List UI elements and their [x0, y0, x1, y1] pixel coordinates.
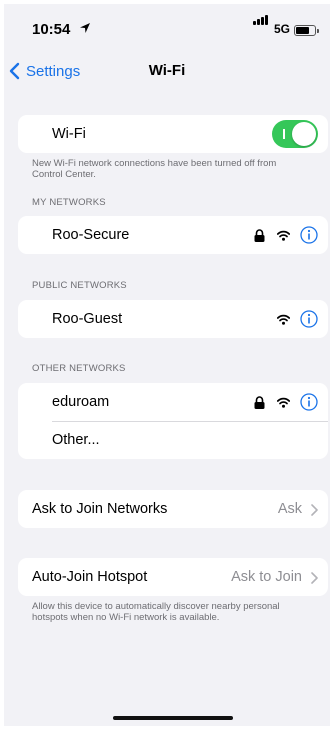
other-networks-group: eduroam Other...	[18, 383, 328, 459]
auto-join-hotspot-row[interactable]: Auto-Join Hotspot Ask to Join	[18, 558, 328, 596]
wifi-toggle-group: Wi-Fi	[18, 115, 328, 153]
network-name: Roo-Guest	[52, 311, 123, 327]
other-networks-header: OTHER NETWORKS	[32, 363, 126, 374]
public-networks-header: PUBLIC NETWORKS	[32, 280, 127, 291]
wifi-footnote: New Wi-Fi network connections have been …	[32, 158, 277, 180]
page-title: Wi-Fi	[148, 62, 186, 79]
network-row-roo-guest[interactable]: Roo-Guest	[18, 300, 328, 338]
wifi-toggle-switch[interactable]	[272, 120, 318, 148]
chevron-right-icon	[311, 572, 318, 584]
my-networks-header: MY NETWORKS	[32, 197, 106, 208]
network-row-roo-secure[interactable]: Roo-Secure	[18, 216, 328, 254]
network-type: 5G	[274, 22, 291, 36]
settings-screen: 10:54 5G Settings Wi-Fi Wi-Fi New Wi-Fi …	[4, 4, 330, 726]
info-icon[interactable]	[300, 226, 318, 244]
auto-join-hotspot-footnote: Allow this device to automatically disco…	[32, 601, 280, 623]
info-icon[interactable]	[300, 310, 318, 328]
location-arrow-icon	[80, 23, 90, 33]
wifi-signal-icon	[277, 314, 290, 325]
navigation-bar: Settings Wi-Fi	[4, 52, 330, 88]
chevron-right-icon	[311, 504, 318, 516]
info-icon[interactable]	[300, 393, 318, 411]
auto-join-hotspot-value: Ask to Join	[231, 569, 302, 585]
auto-join-hotspot-label: Auto-Join Hotspot	[32, 569, 148, 585]
wifi-signal-icon	[277, 230, 290, 241]
ask-to-join-group: Ask to Join Networks Ask	[18, 490, 328, 528]
battery-icon	[294, 25, 319, 36]
wifi-toggle-row[interactable]: Wi-Fi	[18, 115, 328, 153]
other-network-row[interactable]: Other...	[18, 421, 328, 459]
wifi-toggle-label: Wi-Fi	[52, 126, 86, 142]
wifi-signal-icon	[277, 397, 290, 408]
network-row-eduroam[interactable]: eduroam	[18, 383, 328, 421]
my-networks-group: Roo-Secure	[18, 216, 328, 254]
ask-to-join-label: Ask to Join Networks	[32, 501, 168, 517]
lock-icon	[254, 228, 265, 242]
network-name: Roo-Secure	[52, 227, 130, 243]
home-indicator	[113, 716, 233, 720]
network-name: eduroam	[52, 394, 110, 410]
status-time: 10:54	[32, 21, 71, 38]
other-network-label: Other...	[52, 432, 100, 448]
lock-icon	[254, 395, 265, 409]
ask-to-join-row[interactable]: Ask to Join Networks Ask	[18, 490, 328, 528]
ask-to-join-value: Ask	[277, 501, 302, 517]
row-divider	[52, 421, 328, 422]
status-bar: 10:54 5G	[4, 4, 330, 48]
auto-join-hotspot-group: Auto-Join Hotspot Ask to Join	[18, 558, 328, 596]
public-networks-group: Roo-Guest	[18, 300, 328, 338]
